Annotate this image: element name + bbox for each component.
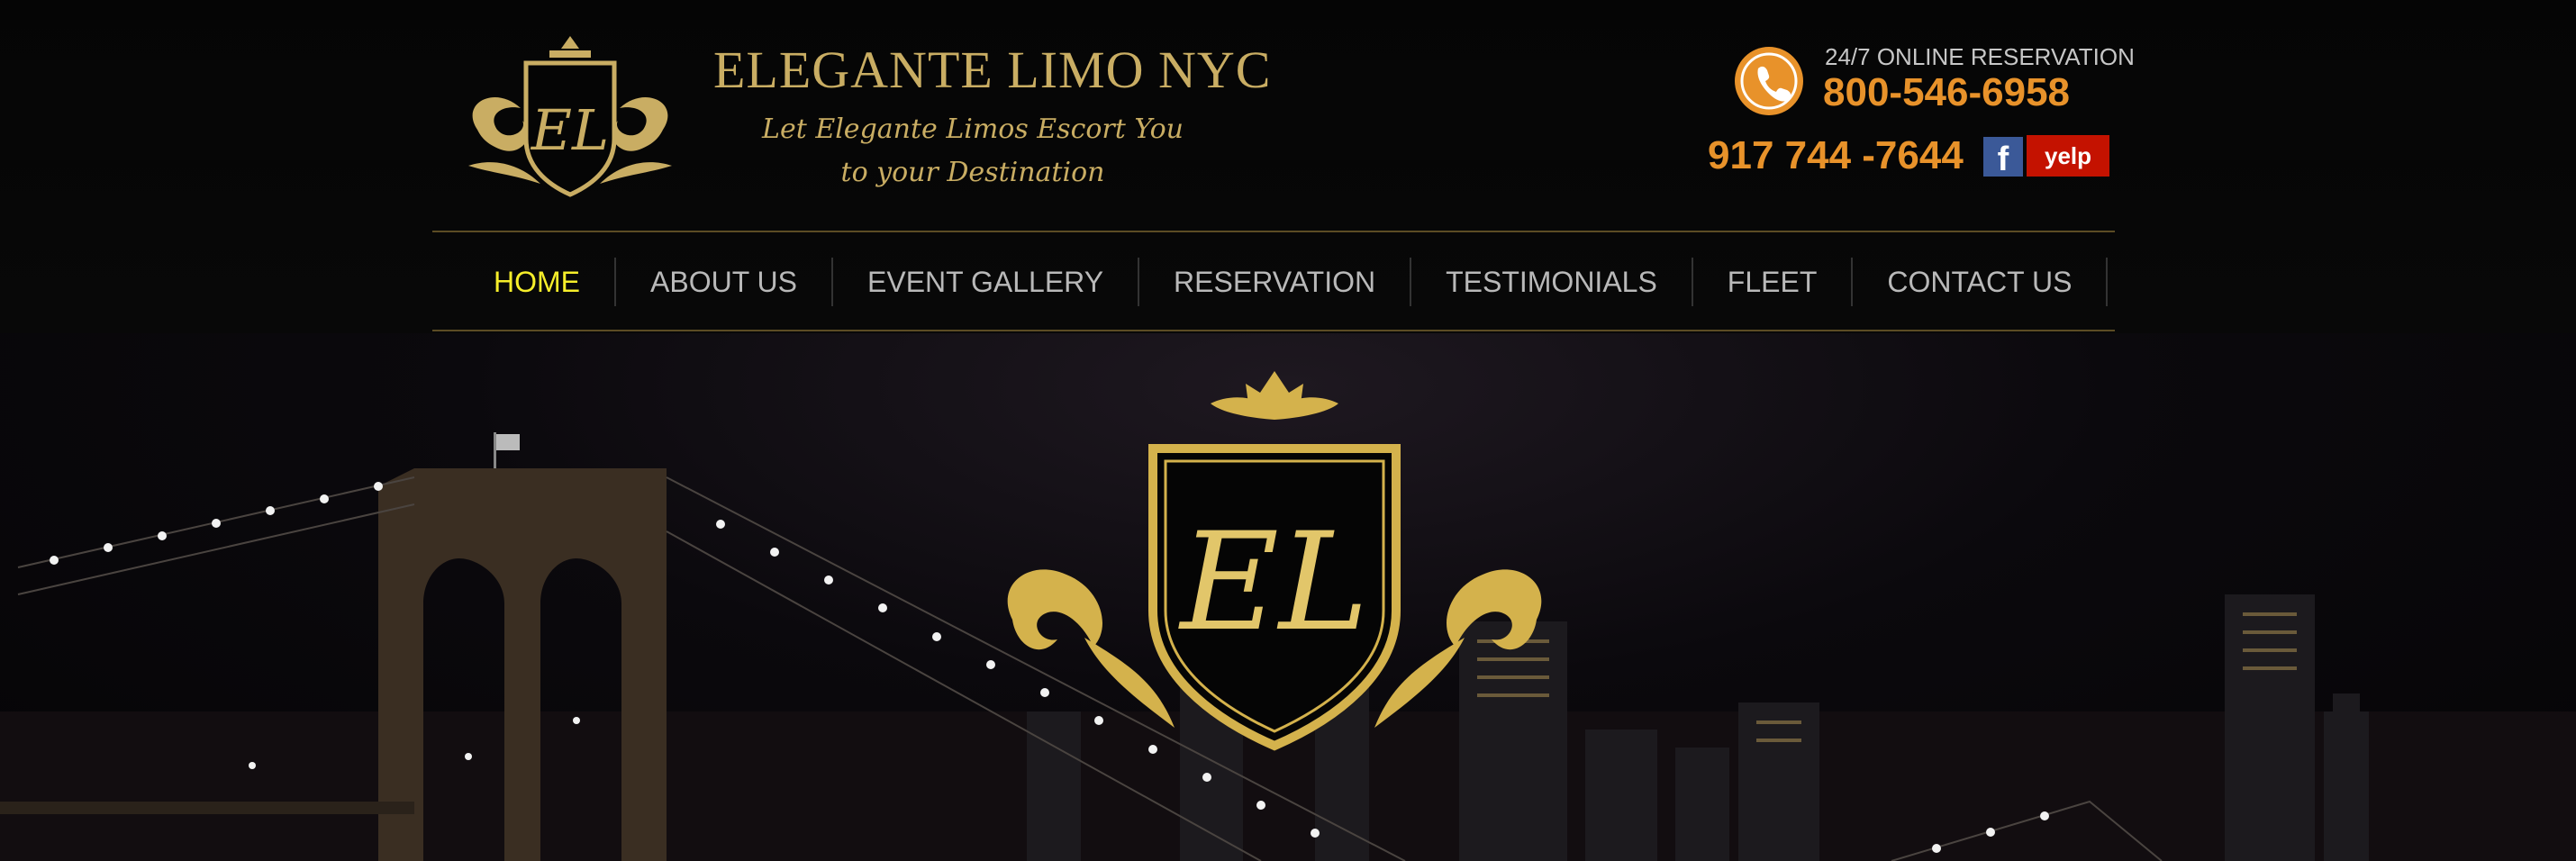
logo-crest-small[interactable]: EL	[450, 31, 690, 202]
nav-contact-us[interactable]: CONTACT US	[1853, 258, 2109, 306]
nav-about-us[interactable]: ABOUT US	[616, 258, 833, 306]
nav-reservation[interactable]: RESERVATION	[1139, 258, 1412, 306]
nav-home[interactable]: HOME	[459, 258, 616, 306]
logo-crest-large: EL	[1007, 371, 1542, 751]
reservation-phone-link[interactable]: 800-546-6958	[1823, 70, 2070, 115]
reservation-label: 24/7 ONLINE RESERVATION	[1825, 43, 2135, 70]
crest-monogram-large: EL	[1177, 504, 1368, 661]
nav-divider-top	[432, 231, 2115, 232]
tagline-line-1: Let Elegante Limos Escort You	[762, 113, 1184, 145]
nav-divider-bottom	[432, 330, 2115, 331]
facebook-icon[interactable]: f	[1983, 137, 2023, 178]
crest-monogram-small: EL	[531, 97, 609, 163]
brand-title[interactable]: ELEGANTE LIMO NYC	[713, 40, 1271, 100]
site-header: EL ELEGANTE LIMO NYC Let Elegante Limos …	[0, 0, 2576, 333]
main-phone-link[interactable]: 917 744 -7644	[1708, 133, 1964, 178]
nav-testimonials[interactable]: TESTIMONIALS	[1411, 258, 1693, 306]
nav-fleet[interactable]: FLEET	[1693, 258, 1854, 306]
tagline-line-2: to your Destination	[840, 157, 1105, 188]
brand-tagline: Let Elegante Limos Escort You to your De…	[739, 108, 1207, 195]
yelp-icon[interactable]: yelp	[2027, 135, 2109, 177]
phone-icon[interactable]	[1735, 47, 1803, 115]
nav-event-gallery[interactable]: EVENT GALLERY	[833, 258, 1140, 306]
main-nav: HOME ABOUT US EVENT GALLERY RESERVATION …	[459, 258, 2109, 306]
